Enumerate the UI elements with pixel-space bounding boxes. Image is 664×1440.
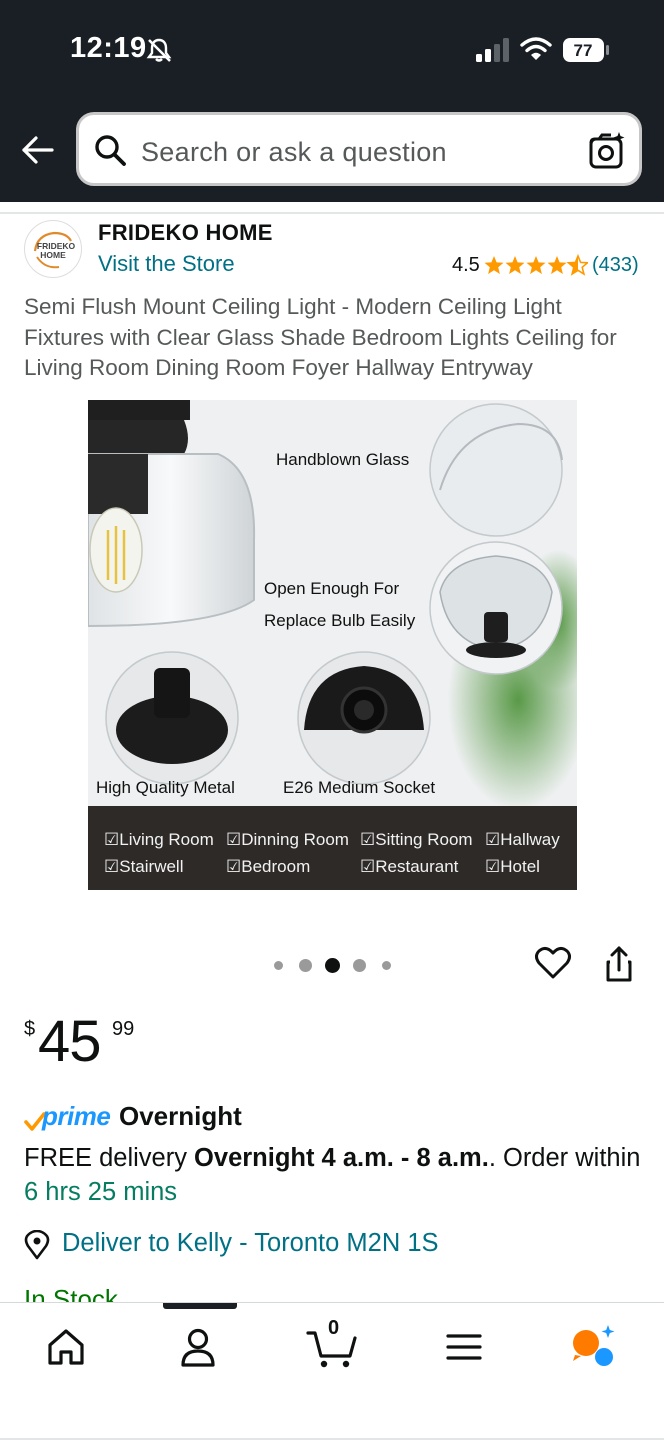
product-title: Semi Flush Mount Ceiling Light - Modern … xyxy=(24,294,617,380)
feature-3: ☑Sitting Room xyxy=(360,830,473,849)
battery-icon: 77 xyxy=(563,38,609,62)
delivery-countdown: 6 hrs 25 mins xyxy=(24,1178,178,1206)
share-icon[interactable] xyxy=(600,944,638,984)
label-socket: E26 Medium Socket xyxy=(283,778,436,797)
header-divider xyxy=(0,212,664,214)
delivery-window: Overnight 4 a.m. - 8 a.m. xyxy=(194,1144,489,1172)
prime-overnight-label: Overnight xyxy=(119,1101,242,1131)
feature-5: ☑Stairwell xyxy=(104,857,184,876)
image-carousel-dots[interactable] xyxy=(270,957,400,973)
svg-text:HOME: HOME xyxy=(40,250,66,260)
bottom-nav: 0 xyxy=(0,1302,664,1440)
deliver-to-link[interactable]: Deliver to Kelly - Toronto M2N 1S xyxy=(62,1229,439,1258)
delivery-info: FREE delivery Overnight 4 a.m. - 8 a.m..… xyxy=(24,1141,644,1209)
search-icon xyxy=(95,135,126,166)
feature-2: ☑Dinning Room xyxy=(226,830,349,849)
price-fraction: 99 xyxy=(112,1018,135,1040)
prime-logo: prime xyxy=(42,1101,111,1131)
home-icon[interactable] xyxy=(42,1323,90,1371)
carousel-dot[interactable] xyxy=(324,957,340,973)
stock-status: In Stock xyxy=(24,1284,118,1302)
feature-7: ☑Restaurant xyxy=(360,857,459,876)
svg-text:77: 77 xyxy=(574,41,593,60)
cell-signal-icon xyxy=(476,38,509,62)
back-arrow-icon[interactable] xyxy=(18,130,58,170)
top-header: 12:19 77 Search or ask a question xyxy=(0,0,664,202)
feature-1: ☑Living Room xyxy=(104,830,214,849)
menu-icon[interactable] xyxy=(440,1323,488,1371)
feature-8: ☑Hotel xyxy=(485,857,540,876)
store-name: FRIDEKO HOME xyxy=(98,220,273,245)
feature-6: ☑Bedroom xyxy=(226,857,311,876)
camera-lens-icon[interactable] xyxy=(587,131,627,171)
star-rating-icon[interactable] xyxy=(484,252,588,278)
label-handblown: Handblown Glass xyxy=(276,450,410,469)
nav-active-indicator xyxy=(163,1303,237,1309)
search-bar[interactable]: Search or ask a question xyxy=(76,112,642,186)
label-open-1: Open Enough For xyxy=(264,579,400,598)
carousel-dot[interactable] xyxy=(381,960,391,970)
cart-count: 0 xyxy=(328,1317,340,1339)
feature-bar: ☑Living Room ☑Dinning Room ☑Sitting Room… xyxy=(88,806,577,890)
carousel-dot[interactable] xyxy=(352,958,366,972)
carousel-dot[interactable] xyxy=(298,958,312,972)
rufus-assistant-icon[interactable] xyxy=(568,1323,616,1371)
delivery-mid: . Order within xyxy=(488,1144,641,1172)
label-open-2: Replace Bulb Easily xyxy=(264,611,416,630)
store-logo-mark: FRIDEKO HOME xyxy=(33,231,76,269)
price-currency: $ xyxy=(24,1018,36,1040)
price-whole: 45 xyxy=(38,1009,102,1074)
bell-muted-icon xyxy=(146,38,172,62)
product-image[interactable]: Handblown Glass Open Enough For Replace … xyxy=(88,400,577,890)
feature-4: ☑Hallway xyxy=(485,830,560,849)
search-input[interactable]: Search or ask a question xyxy=(141,137,447,168)
status-time: 12:19 xyxy=(70,32,147,64)
carousel-dot[interactable] xyxy=(273,960,283,970)
label-metal: High Quality Metal xyxy=(96,778,235,797)
store-logo[interactable]: FRIDEKO HOME xyxy=(24,220,82,278)
rating-value: 4.5 xyxy=(452,254,480,276)
wifi-icon xyxy=(520,37,552,60)
heart-icon[interactable] xyxy=(534,944,572,982)
visit-store-link[interactable]: Visit the Store xyxy=(98,251,235,277)
delivery-prefix: FREE delivery xyxy=(24,1144,195,1172)
rating-count-link[interactable]: (433) xyxy=(592,254,639,277)
account-icon[interactable] xyxy=(174,1323,222,1371)
location-pin-icon xyxy=(24,1230,50,1260)
